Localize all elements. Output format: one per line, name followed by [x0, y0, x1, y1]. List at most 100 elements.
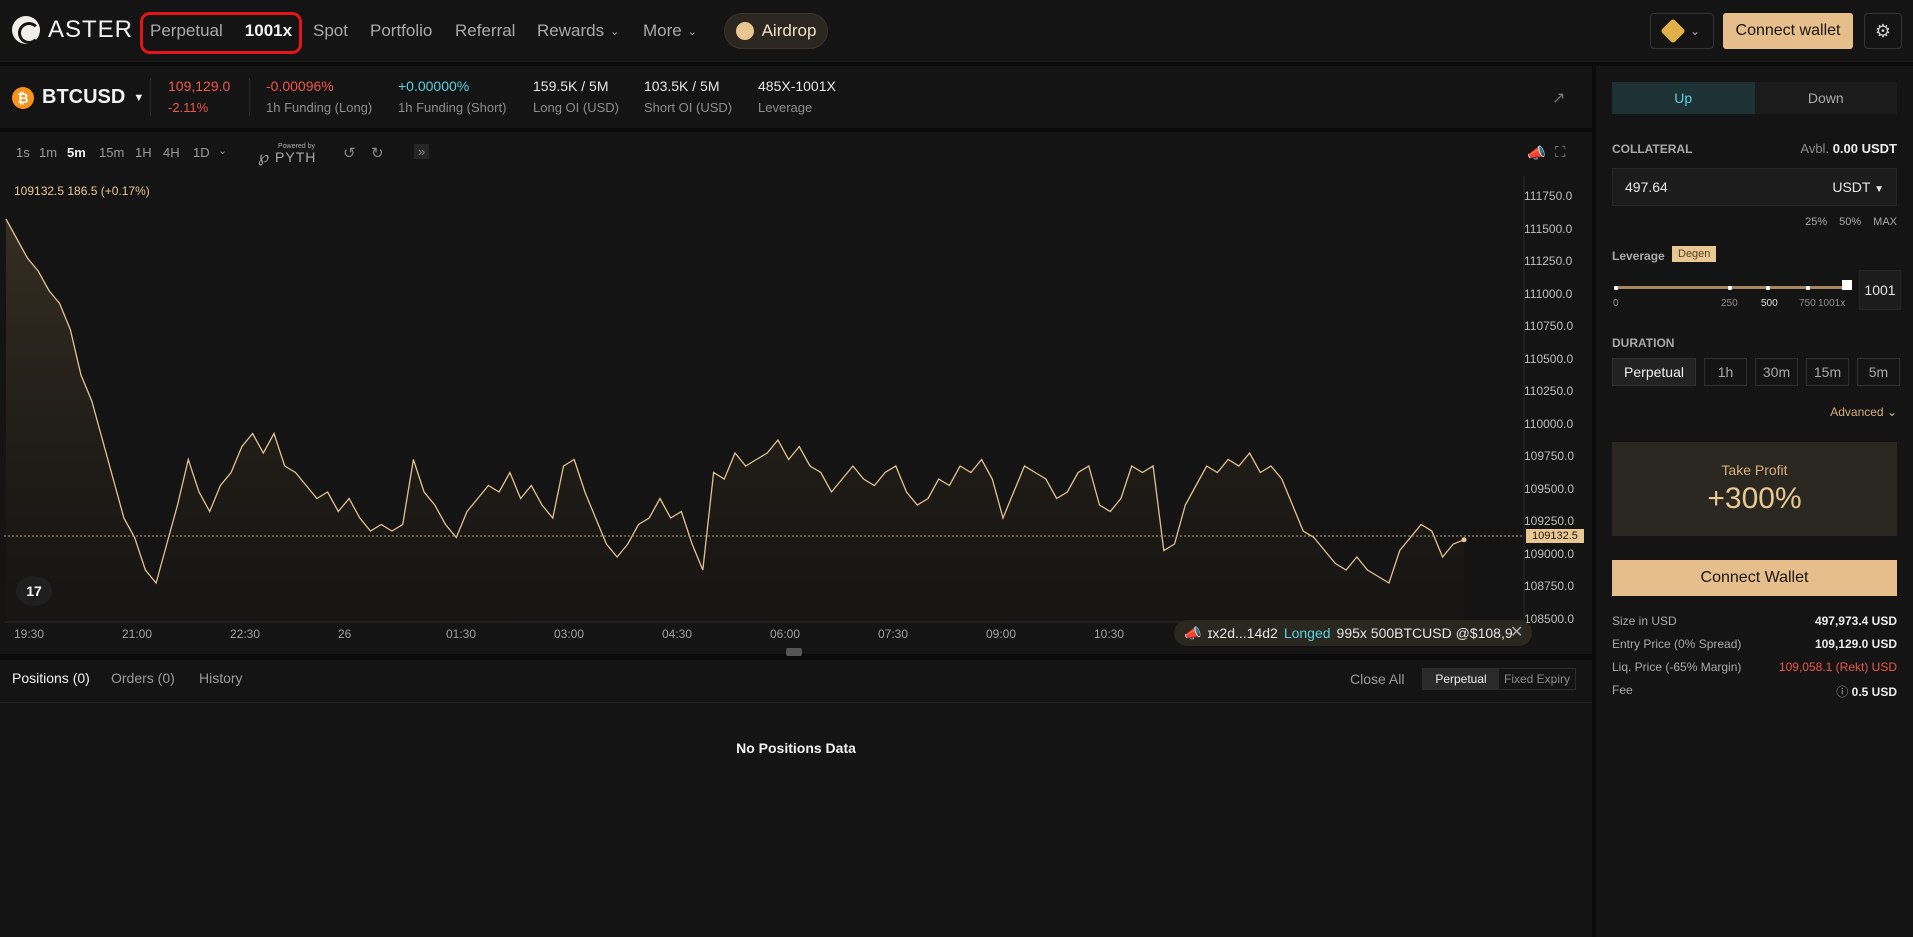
percent-buttons: 25% 50% MAX	[1805, 216, 1897, 228]
info-size: Size in USD 497,973.4 USD	[1612, 614, 1897, 628]
price-tick: 108500.0	[1524, 611, 1575, 626]
toast-detail: 995x 500BTCUSD @$108,9	[1336, 625, 1513, 641]
position-type-toggle: Perpetual Fixed Expiry	[1422, 668, 1576, 690]
time-tick: 01:30	[446, 627, 477, 641]
time-tick: 07:30	[878, 627, 909, 641]
info-fee: Fee ⓘ 0.5 USD	[1612, 683, 1897, 700]
price-tick: 111750.0	[1524, 189, 1573, 203]
degen-badge[interactable]: Degen	[1672, 246, 1717, 262]
duration-5m[interactable]: 5m	[1857, 358, 1900, 386]
price-tick: 109250.0	[1524, 514, 1575, 528]
resize-handle[interactable]	[786, 648, 802, 656]
slider-stop	[1806, 286, 1810, 290]
slider-tick: 250	[1721, 298, 1738, 309]
order-panel: Up Down COLLATERAL Avbl. 0.00 USDT 497.6…	[1596, 66, 1913, 937]
time-tick: 04:30	[662, 627, 693, 641]
collateral-input[interactable]: 497.64 USDT ▼	[1612, 168, 1897, 206]
avbl-value: 0.00 USDT	[1832, 141, 1897, 156]
price-tick: 110750.0	[1524, 319, 1574, 333]
size-label: Size in USD	[1612, 614, 1677, 628]
price-area	[6, 219, 1464, 622]
take-profit-box[interactable]: Take Profit +300%	[1612, 442, 1897, 536]
empty-state: No Positions Data	[736, 740, 856, 756]
price-tick: 110250.0	[1524, 384, 1574, 398]
chevron-down-icon: ⌄	[1886, 405, 1897, 419]
price-tick: 110000.0	[1524, 416, 1574, 431]
duration-perpetual[interactable]: Perpetual	[1612, 358, 1696, 386]
price-tick: 108750.0	[1524, 579, 1575, 593]
slider-stop	[1614, 286, 1618, 290]
price-tick: 109000.0	[1524, 546, 1575, 561]
time-tick: 09:00	[986, 627, 1017, 641]
liq-value: 109,058.1 (Rekt) USD	[1778, 660, 1897, 674]
close-icon[interactable]: ✕	[1510, 622, 1523, 642]
price-tick: 111000.0	[1524, 286, 1573, 301]
tab-history[interactable]: History	[199, 670, 243, 686]
up-tab[interactable]: Up	[1612, 82, 1755, 114]
avbl-label: Avbl.	[1800, 141, 1830, 156]
take-profit-label: Take Profit	[1721, 462, 1788, 478]
time-tick: 19:30	[14, 627, 45, 641]
caret-down-icon: ▼	[1874, 184, 1884, 195]
toast-action: Longed	[1283, 625, 1331, 641]
toast-address: ɪx2d...14d2	[1207, 625, 1278, 641]
last-price-dot	[1461, 537, 1467, 543]
time-tick: 10:30	[1094, 627, 1125, 641]
collateral-label: COLLATERAL	[1612, 142, 1693, 156]
leverage-input[interactable]: 1001	[1859, 270, 1901, 310]
slider-stop	[1728, 286, 1732, 290]
last-price-tag: 109132.5	[1526, 529, 1584, 543]
connect-wallet-button[interactable]: Connect Wallet	[1612, 560, 1897, 596]
time-tick: 06:00	[770, 627, 801, 641]
duration-30m[interactable]: 30m	[1755, 358, 1798, 386]
fee-value: 0.5 USD	[1851, 685, 1897, 699]
leverage-slider-track[interactable]	[1614, 286, 1846, 290]
seg-perpetual[interactable]: Perpetual	[1423, 669, 1499, 689]
pct-50-button[interactable]: 50%	[1839, 216, 1861, 228]
advanced-toggle[interactable]: Advanced ⌄	[1830, 405, 1897, 419]
available-balance: Avbl. 0.00 USDT	[1800, 141, 1897, 156]
collateral-unit: USDT	[1832, 179, 1871, 195]
divider	[0, 702, 1592, 703]
price-tick: 109750.0	[1524, 449, 1575, 463]
duration-label: DURATION	[1612, 336, 1675, 350]
slider-tick: 500	[1761, 298, 1778, 309]
time-tick: 21:00	[122, 627, 153, 641]
take-profit-value: +300%	[1707, 482, 1802, 515]
close-all-button[interactable]: Close All	[1350, 671, 1404, 687]
info-circle-icon: ⓘ	[1836, 685, 1849, 699]
collateral-unit-selector[interactable]: USDT ▼	[1832, 179, 1884, 195]
leverage-slider-thumb[interactable]	[1842, 280, 1852, 290]
price-tick: 109500.0	[1524, 481, 1575, 496]
slider-tick: 1001x	[1818, 298, 1846, 309]
price-tick: 110500.0	[1524, 351, 1574, 366]
pct-25-button[interactable]: 25%	[1805, 216, 1827, 228]
trade-toast: 📣 ɪx2d...14d2 Longed 995x 500BTCUSD @$10…	[1174, 620, 1532, 646]
liq-label: Liq. Price (-65% Margin)	[1612, 660, 1742, 674]
slider-tick: 750	[1799, 298, 1816, 309]
tab-positions[interactable]: Positions (0)	[12, 670, 90, 686]
entry-value: 109,129.0 USD	[1814, 637, 1897, 651]
leverage-label: Leverage	[1612, 249, 1665, 263]
collateral-value: 497.64	[1625, 179, 1668, 195]
price-tick: 111250.0	[1524, 254, 1573, 268]
fee-value-wrap: ⓘ 0.5 USD	[1836, 683, 1897, 700]
time-tick: 26	[338, 627, 352, 641]
seg-fixed-expiry[interactable]: Fixed Expiry	[1499, 669, 1575, 689]
positions-panel: Positions (0) Orders (0) History Close A…	[0, 660, 1592, 937]
tradingview-logo-icon[interactable]: 17	[16, 576, 52, 606]
duration-options: Perpetual 1h 30m 15m 5m	[1612, 358, 1900, 386]
direction-toggle: Up Down	[1612, 82, 1897, 114]
tab-orders[interactable]: Orders (0)	[111, 670, 175, 686]
entry-label: Entry Price (0% Spread)	[1612, 637, 1742, 651]
slider-stop	[1766, 286, 1770, 290]
down-tab[interactable]: Down	[1754, 82, 1897, 114]
advanced-label: Advanced	[1830, 405, 1884, 419]
pct-max-button[interactable]: MAX	[1873, 216, 1897, 228]
time-tick: 22:30	[230, 627, 261, 641]
price-tick: 111500.0	[1524, 221, 1573, 236]
duration-1h[interactable]: 1h	[1704, 358, 1747, 386]
fee-label: Fee	[1612, 683, 1633, 697]
slider-tick: 0	[1613, 298, 1619, 309]
duration-15m[interactable]: 15m	[1806, 358, 1849, 386]
